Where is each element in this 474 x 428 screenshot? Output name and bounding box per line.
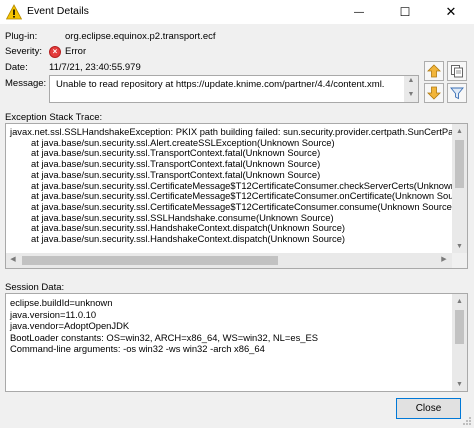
date-label: Date: <box>5 62 28 73</box>
stack-trace-horizontal-scrollbar[interactable]: ◀ ▶ <box>6 253 467 268</box>
next-event-button[interactable] <box>424 83 444 103</box>
session-line: Command-line arguments: -os win32 -ws wi… <box>10 343 265 354</box>
stack-trace-text-area[interactable]: javax.net.ssl.SSLHandshakeException: PKI… <box>5 123 468 269</box>
session-data-scrollbar[interactable]: ▲ ▼ <box>452 294 467 391</box>
previous-event-button[interactable] <box>424 61 444 81</box>
filter-button[interactable] <box>447 83 467 103</box>
close-button-label: Close <box>415 403 442 414</box>
date-value: 11/7/21, 23:40:55.979 <box>49 62 141 73</box>
minimize-icon: — <box>354 6 364 18</box>
scrollbar-thumb[interactable] <box>455 140 464 188</box>
warning-icon <box>6 4 22 20</box>
scrollbar-corner <box>452 253 467 268</box>
stack-trace-label: Exception Stack Trace: <box>5 112 103 123</box>
message-scrollbar[interactable]: ▲ ▼ <box>404 76 418 102</box>
up-arrow-icon <box>427 64 441 78</box>
session-data-label: Session Data: <box>5 282 65 293</box>
copy-event-button[interactable] <box>447 61 467 81</box>
session-line: java.version=11.0.10 <box>10 308 97 320</box>
error-icon: × <box>49 46 61 58</box>
stack-trace-line: at java.base/sun.security.ssl.Certificat… <box>31 200 455 212</box>
session-line: eclipse.buildId=unknown <box>10 297 113 308</box>
scroll-right-icon[interactable]: ▶ <box>438 253 450 268</box>
stack-trace-vertical-scrollbar[interactable]: ▲ ▼ <box>452 124 467 253</box>
plugin-value: org.eclipse.equinox.p2.transport.ecf <box>65 31 216 42</box>
scroll-down-icon[interactable]: ▼ <box>452 378 467 390</box>
severity-label: Severity: <box>5 46 42 57</box>
scroll-up-icon[interactable]: ▲ <box>452 125 467 137</box>
filter-icon <box>450 87 464 100</box>
plugin-label: Plug-in: <box>5 31 38 42</box>
scroll-left-icon[interactable]: ◀ <box>7 253 19 268</box>
scrollbar-thumb[interactable] <box>455 310 464 344</box>
maximize-icon: ☐ <box>399 5 411 19</box>
session-line: java.vendor=AdoptOpenJDK <box>10 320 130 331</box>
window-title: Event Details <box>27 5 89 17</box>
close-icon: ✕ <box>445 4 457 19</box>
minimize-button[interactable]: — <box>336 0 382 24</box>
scroll-down-icon[interactable]: ▼ <box>404 88 418 100</box>
session-line: BootLoader constants: OS=win32, ARCH=x86… <box>10 331 318 343</box>
close-window-button[interactable]: ✕ <box>428 0 474 24</box>
scroll-up-icon[interactable]: ▲ <box>452 295 467 307</box>
message-field[interactable]: Unable to read repository at https://upd… <box>49 75 419 103</box>
stack-trace-line: at java.base/sun.security.ssl.TransportC… <box>31 168 321 180</box>
close-button[interactable]: Close <box>396 398 461 419</box>
resize-grip-icon[interactable] <box>462 416 472 426</box>
message-label: Message: <box>5 78 47 89</box>
maximize-button[interactable]: ☐ <box>382 0 428 24</box>
session-data-text-area[interactable]: eclipse.buildId=unknown java.version=11.… <box>5 293 468 392</box>
title-bar: Event Details — ☐ ✕ <box>0 0 474 24</box>
stack-trace-line: at java.base/sun.security.ssl.HandshakeC… <box>31 233 346 244</box>
copy-icon <box>451 65 463 78</box>
scroll-down-icon[interactable]: ▼ <box>452 240 467 252</box>
severity-value: Error <box>65 46 87 57</box>
scrollbar-thumb[interactable] <box>22 256 278 265</box>
scroll-up-icon[interactable]: ▲ <box>404 76 418 86</box>
down-arrow-icon <box>427 86 441 100</box>
message-text: Unable to read repository at https://upd… <box>56 79 385 90</box>
